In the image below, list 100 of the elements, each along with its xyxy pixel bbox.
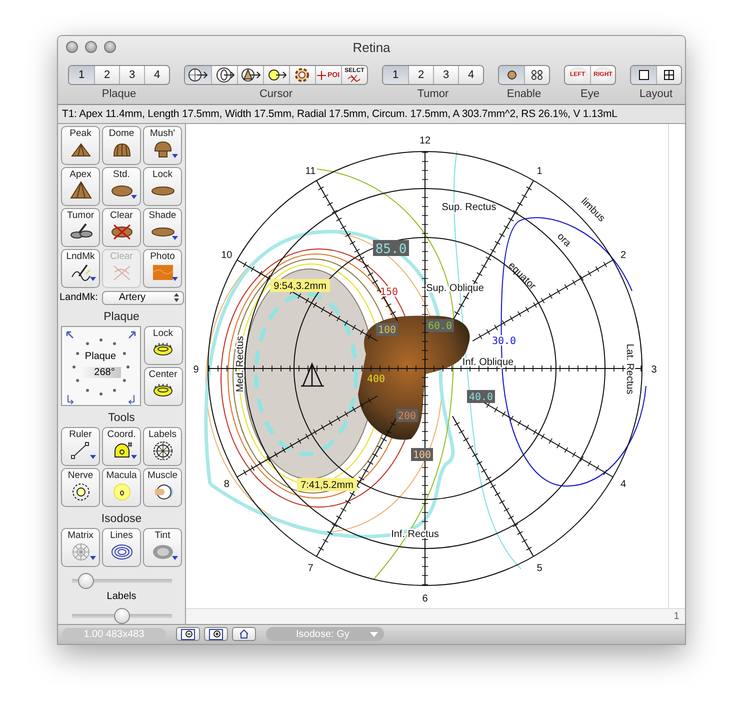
- marker-label: 7:41,5.2mm: [297, 478, 357, 491]
- number-segment[interactable]: 2: [94, 66, 119, 84]
- clock-label: 12: [419, 135, 431, 146]
- rotation-dial[interactable]: Plaque 268°: [60, 326, 140, 406]
- dose-label: 100: [411, 448, 433, 461]
- section-title: Tools: [108, 412, 135, 424]
- pen-icon: [68, 220, 92, 241]
- tool-button[interactable]: Muscle: [143, 468, 182, 507]
- tool-button[interactable]: LndMk: [61, 248, 100, 288]
- tool-button[interactable]: Labels: [143, 426, 182, 466]
- tool-button[interactable]: Lock: [143, 166, 182, 206]
- toolbar-group-label: Layout: [639, 88, 673, 100]
- clock-label: 4: [620, 478, 626, 490]
- dial-label: Plaque: [84, 350, 116, 362]
- target-arrow-icon: [214, 66, 236, 84]
- zoom-in-button[interactable]: [204, 627, 228, 642]
- toolbar-group-label: Tumor: [417, 88, 449, 100]
- grid-icon: [664, 70, 674, 80]
- clock-label: 7: [308, 562, 314, 574]
- tool-button[interactable]: Lock: [144, 326, 182, 365]
- clock-label: 11: [305, 166, 316, 177]
- slider-label: Labels: [106, 590, 136, 602]
- tool-button[interactable]: Dome: [102, 126, 141, 165]
- section-title: Isodose: [101, 512, 142, 525]
- toolbar-group-label: Enable: [506, 88, 542, 100]
- clock-label: 10: [221, 250, 232, 261]
- clock-label: 8: [224, 478, 230, 490]
- tool-button[interactable]: Ruler: [61, 426, 100, 466]
- slider-thumb[interactable]: [114, 608, 130, 624]
- enable-button[interactable]: [499, 66, 524, 84]
- tool-button[interactable]: Matrix: [61, 528, 100, 567]
- tool-button[interactable]: Coord.: [102, 426, 141, 466]
- tool-button[interactable]: Lines: [102, 528, 141, 567]
- tool-button[interactable]: Tumor: [61, 208, 100, 247]
- cursor-tool-button[interactable]: [185, 66, 211, 84]
- tool-button[interactable]: Tint: [143, 528, 182, 567]
- layout-button[interactable]: [631, 66, 656, 84]
- section-title: Plaque: [104, 310, 140, 323]
- number-segment[interactable]: 1: [383, 66, 408, 84]
- updown-arrows-icon: [174, 293, 178, 302]
- tool-button[interactable]: Peak: [61, 126, 100, 165]
- muscle-label: Med. Rectus: [235, 336, 246, 392]
- window-control-button[interactable]: [85, 41, 97, 53]
- marker-label: 9:54,3.2mm: [270, 278, 330, 292]
- crossed-squiggle-icon: [347, 75, 362, 82]
- window-title: Retina: [352, 40, 390, 54]
- clock-label: 2: [620, 250, 626, 261]
- number-segment[interactable]: 4: [144, 66, 169, 84]
- page-number: 1: [672, 610, 680, 624]
- window-control-button[interactable]: [104, 41, 116, 53]
- info-bar: T1: Apex 11.4mm, Length 17.5mm, Width 17.5mm, Radial 17.5mm, Circum. 17.5mm, A 303.7mm^2, RS 26.1%, V 1.13mL: [58, 105, 685, 124]
- tool-button[interactable]: Photo: [143, 248, 182, 288]
- square-icon: [638, 70, 648, 80]
- crosshair-icon: [317, 70, 326, 80]
- dot-icon: [506, 70, 516, 80]
- clock-label: 1: [536, 166, 542, 177]
- dots-icon: [531, 70, 543, 80]
- cone-icon: [68, 180, 92, 200]
- tool-button[interactable]: Apex: [61, 166, 100, 206]
- target-arrow-icon: [187, 66, 209, 84]
- tool-button[interactable]: Shade: [143, 208, 182, 247]
- window-control-button[interactable]: [66, 41, 78, 53]
- tool-button[interactable]: Center: [144, 366, 182, 406]
- slider-thumb[interactable]: [78, 572, 94, 589]
- landmark-dropdown[interactable]: Artery: [102, 290, 184, 305]
- dose-label: 100: [376, 322, 398, 336]
- toolbar-group-label: Plaque: [102, 88, 136, 100]
- clock-label: 6: [422, 593, 428, 604]
- dose-label: 40.0: [467, 390, 495, 403]
- angle-readout: 268°: [80, 366, 121, 378]
- muscle-label: Lat. Rectus: [624, 343, 635, 394]
- tool-button[interactable]: Macula: [102, 468, 141, 507]
- number-segment[interactable]: 3: [119, 66, 144, 84]
- tool-button[interactable]: Clear: [102, 208, 141, 247]
- triangle-arrow-icon: [240, 66, 262, 84]
- zoom-in-icon: [209, 628, 223, 640]
- clock-label: 9: [193, 364, 199, 376]
- caret-icon: [370, 632, 378, 637]
- number-segment[interactable]: 3: [433, 66, 458, 84]
- zoom-out-icon: [181, 628, 195, 640]
- cursor-tool-button[interactable]: [263, 66, 289, 84]
- dose-label: 60.0: [426, 318, 454, 332]
- cursor-tool-button[interactable]: [237, 66, 263, 84]
- number-segment[interactable]: 1: [69, 66, 94, 84]
- pen-icon: [68, 262, 92, 282]
- tool-button[interactable]: Std.: [102, 166, 141, 206]
- clock-label: 5: [536, 562, 542, 574]
- clock-label: 3: [651, 364, 657, 376]
- number-segment[interactable]: 4: [458, 66, 483, 84]
- landmark-label: LandMk:: [60, 292, 98, 304]
- toolbar-group-label: Cursor: [259, 88, 292, 100]
- home-button[interactable]: [232, 627, 256, 642]
- tool-button[interactable]: Nerve: [61, 468, 100, 507]
- tool-button[interactable]: Mush': [143, 126, 182, 165]
- cursor-tool-button[interactable]: [211, 66, 237, 84]
- dose-label: 85.0: [373, 240, 409, 257]
- wheel-icon: [150, 440, 174, 460]
- zoom-out-button[interactable]: [176, 627, 200, 642]
- number-segment[interactable]: 2: [408, 66, 433, 84]
- dose-label: 400: [366, 374, 386, 385]
